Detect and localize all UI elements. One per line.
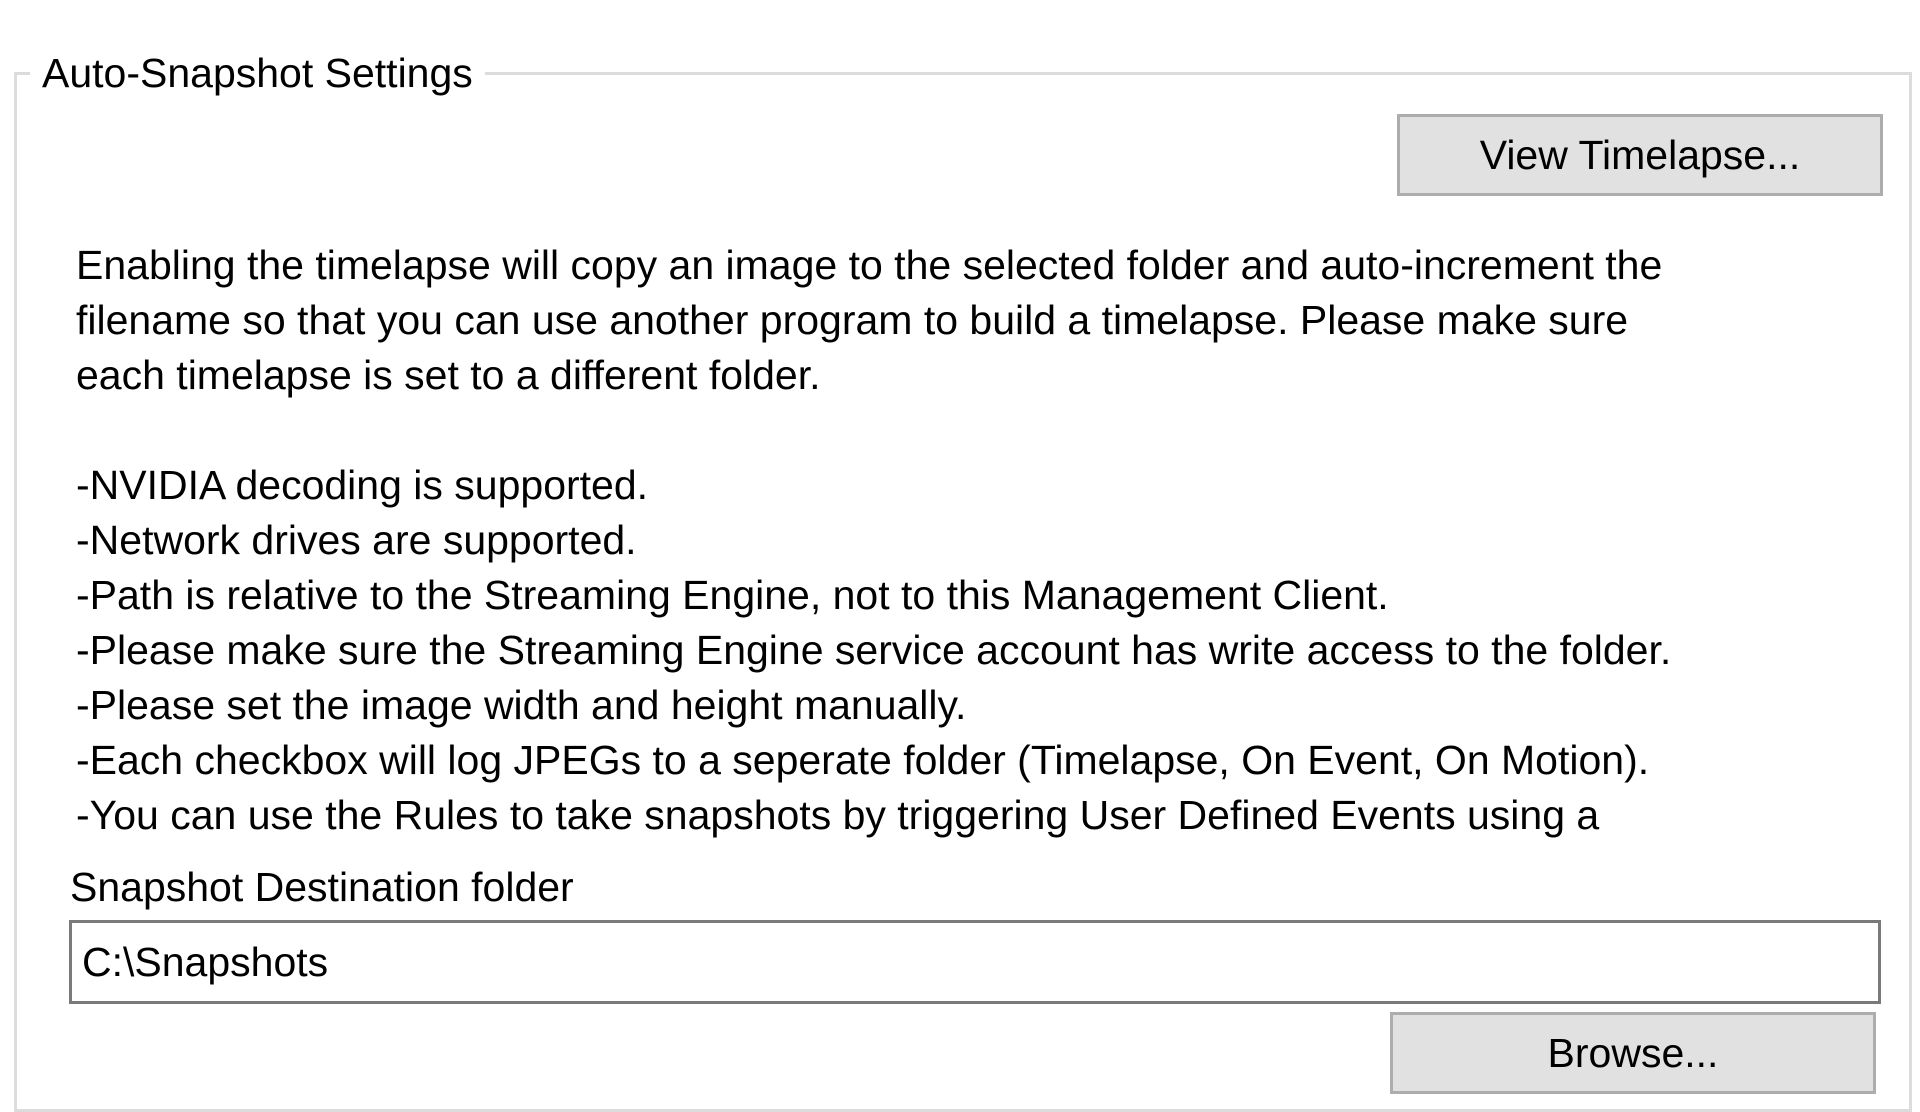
browse-button[interactable]: Browse... — [1390, 1012, 1876, 1094]
destination-folder-input[interactable] — [69, 920, 1881, 1004]
note-line: -Please make sure the Streaming Engine s… — [76, 627, 1672, 673]
destination-folder-label: Snapshot Destination folder — [70, 864, 574, 910]
description-line: filename so that you can use another pro… — [76, 297, 1629, 343]
group-title: Auto-Snapshot Settings — [30, 48, 485, 98]
description-spacer — [76, 403, 1856, 458]
note-line: -NVIDIA decoding is supported. — [76, 462, 649, 508]
description-line: Enabling the timelapse will copy an imag… — [76, 242, 1663, 288]
view-timelapse-button[interactable]: View Timelapse... — [1397, 114, 1883, 196]
description-line: each timelapse is set to a different fol… — [76, 352, 821, 398]
note-line: -Each checkbox will log JPEGs to a seper… — [76, 737, 1650, 783]
note-line: -Network drives are supported. — [76, 517, 637, 563]
note-line: -Path is relative to the Streaming Engin… — [76, 572, 1389, 618]
note-line: -You can use the Rules to take snapshots… — [76, 792, 1600, 838]
note-line: -Please set the image width and height m… — [76, 682, 967, 728]
description-text: Enabling the timelapse will copy an imag… — [76, 238, 1856, 843]
